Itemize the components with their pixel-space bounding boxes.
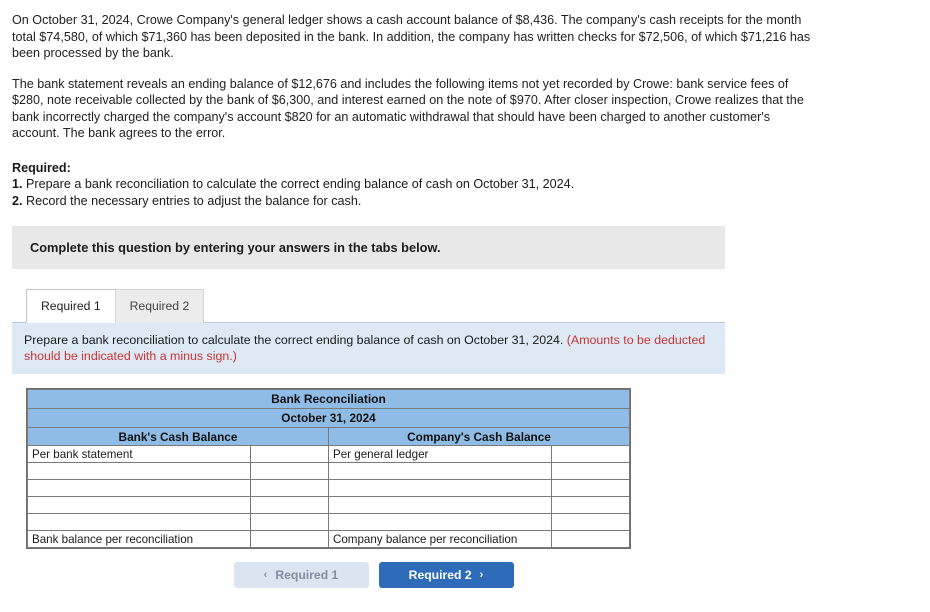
bank-total-label: Bank balance per reconciliation	[26, 530, 252, 548]
problem-paragraph-2: The bank statement reveals an ending bal…	[12, 76, 804, 141]
required-block: Required: 1. Prepare a bank reconciliati…	[12, 160, 920, 210]
table-row	[26, 513, 630, 531]
company-row-label[interactable]	[327, 479, 553, 497]
question-prompt: Prepare a bank reconciliation to calcula…	[12, 323, 725, 374]
tab-required-1[interactable]: Required 1	[26, 289, 116, 323]
table-date-row: October 31, 2024	[27, 408, 630, 428]
company-row-amount[interactable]	[551, 479, 630, 497]
instruction-bar-text: Complete this question by entering your …	[30, 240, 441, 255]
company-row-label[interactable]	[327, 513, 553, 531]
next-required-label: Required 2	[408, 568, 472, 582]
company-row-amount[interactable]	[551, 462, 630, 480]
bank-row-label[interactable]	[26, 479, 252, 497]
column-header-bank: Bank's Cash Balance	[27, 427, 329, 446]
company-row-amount[interactable]	[551, 496, 630, 514]
requirement-2: 2. Record the necessary entries to adjus…	[12, 193, 920, 210]
company-row-label[interactable]	[327, 496, 553, 514]
table-row-total: Bank balance per reconciliation Company …	[26, 530, 630, 548]
bank-row-amount[interactable]	[250, 445, 329, 463]
table-date: October 31, 2024	[27, 408, 630, 428]
requirement-1: 1. Prepare a bank reconciliation to calc…	[12, 176, 920, 193]
bank-row-amount[interactable]	[250, 496, 329, 514]
bank-row-amount[interactable]	[250, 479, 329, 497]
table-column-headers: Bank's Cash Balance Company's Cash Balan…	[27, 427, 631, 446]
navigation-buttons: ‹ Required 1 Required 2 ›	[12, 562, 725, 588]
bank-row-label[interactable]	[26, 513, 252, 531]
bank-row-label[interactable]: Per bank statement	[26, 445, 252, 463]
company-row-amount[interactable]	[551, 513, 630, 531]
table-title-row: Bank Reconciliation	[27, 389, 630, 409]
next-required-button[interactable]: Required 2 ›	[378, 562, 514, 588]
tab-bar: Required 1 Required 2	[12, 287, 725, 323]
column-header-company: Company's Cash Balance	[327, 427, 631, 446]
previous-required-label: Required 1	[275, 568, 339, 582]
tab-required-2[interactable]: Required 2	[114, 289, 205, 323]
table-row	[26, 462, 630, 480]
requirement-1-text: Prepare a bank reconciliation to calcula…	[26, 177, 575, 191]
company-total-label: Company balance per reconciliation	[327, 530, 553, 548]
instruction-bar: Complete this question by entering your …	[12, 226, 725, 269]
company-row-amount[interactable]	[551, 445, 630, 463]
table-title: Bank Reconciliation	[27, 389, 630, 409]
chevron-right-icon: ›	[479, 569, 484, 581]
required-heading: Required:	[12, 160, 71, 175]
assignment-page: On October 31, 2024, Crowe Company's gen…	[0, 0, 930, 612]
requirement-2-text: Record the necessary entries to adjust t…	[26, 193, 362, 208]
previous-required-button[interactable]: ‹ Required 1	[233, 562, 369, 588]
bank-row-amount[interactable]	[250, 462, 329, 480]
chevron-left-icon: ‹	[263, 569, 268, 581]
requirement-2-number: 2.	[12, 193, 23, 208]
company-row-label[interactable]	[327, 462, 553, 480]
question-prompt-text: Prepare a bank reconciliation to calcula…	[24, 333, 564, 347]
bank-reconciliation-table: Bank Reconciliation October 31, 2024 Ban…	[26, 388, 631, 549]
table-row: Per bank statement Per general ledger	[26, 445, 630, 463]
bank-row-label[interactable]	[26, 496, 252, 514]
bank-row-label[interactable]	[26, 462, 252, 480]
bank-total-amount[interactable]	[250, 530, 329, 548]
table-row	[26, 479, 630, 497]
bank-row-amount[interactable]	[250, 513, 329, 531]
company-row-label[interactable]: Per general ledger	[327, 445, 553, 463]
problem-paragraph-1: On October 31, 2024, Crowe Company's gen…	[12, 13, 811, 60]
company-total-amount[interactable]	[551, 530, 630, 548]
requirement-1-number: 1.	[12, 177, 23, 191]
table-row	[26, 496, 630, 514]
